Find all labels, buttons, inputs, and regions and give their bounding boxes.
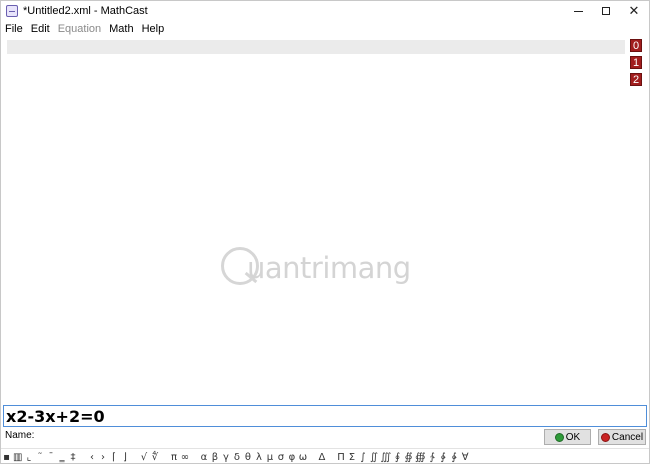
equation-canvas[interactable]: 0 1 2 uantrimang	[3, 37, 647, 405]
symbol-button[interactable]: ⌈	[108, 450, 119, 465]
maximize-icon	[602, 7, 610, 15]
watermark-text: uantrimang	[247, 251, 411, 285]
symbol-button[interactable]: ∳	[449, 450, 460, 465]
ok-check-icon	[554, 432, 564, 442]
symbol-button[interactable]: λ	[253, 450, 264, 465]
symbol-button[interactable]: ∯	[403, 450, 414, 465]
line-number-badge[interactable]: 0	[630, 39, 642, 52]
symbol-button[interactable]: θ	[242, 450, 253, 465]
cancel-button[interactable]: Cancel	[598, 429, 646, 445]
symbol-button[interactable]: ¯	[45, 450, 56, 465]
symbol-button[interactable]: ∜	[149, 450, 160, 465]
menu-edit[interactable]: Edit	[27, 21, 54, 37]
symbol-button[interactable]: Δ	[316, 450, 327, 465]
symbol-button[interactable]: Σ	[346, 450, 357, 465]
symbol-button[interactable]: ‡	[67, 450, 78, 465]
watermark-logo: uantrimang	[221, 241, 437, 301]
symbol-button[interactable]: ∮	[392, 450, 403, 465]
symbol-toolbar: ▪ ▥ ⌞ ˜ ¯ ‗ ‡ ‹ › ⌈ ⌋ √ ∜ π ∞ α β γ δ θ λ μ σ φ ω Δ Π Σ ∫ ∬ ∭ ∮ ∯ ∰ ∱ ∲ ∳ ∀	[1, 448, 649, 465]
minimize-icon	[573, 10, 583, 12]
symbol-separator	[160, 450, 168, 465]
symbol-button[interactable]: β	[209, 450, 220, 465]
title-bar: *Untitled2.xml - MathCast ✕	[1, 1, 649, 21]
symbol-button[interactable]: ∬	[368, 450, 379, 465]
symbol-button[interactable]: ▥	[12, 450, 23, 465]
symbol-button[interactable]: μ	[264, 450, 275, 465]
close-icon: ✕	[628, 3, 640, 18]
symbol-button[interactable]: ⌋	[119, 450, 130, 465]
symbol-button[interactable]: ›	[97, 450, 108, 465]
symbol-button[interactable]: π	[168, 450, 179, 465]
symbol-button[interactable]: σ	[275, 450, 286, 465]
symbol-button[interactable]: √	[138, 450, 149, 465]
symbol-button[interactable]: ∱	[427, 450, 438, 465]
line-number-badge[interactable]: 1	[630, 56, 642, 69]
mathcast-window: *Untitled2.xml - MathCast ✕ File Edit Eq…	[0, 0, 650, 464]
symbol-button[interactable]: α	[198, 450, 209, 465]
symbol-separator	[308, 450, 316, 465]
ok-button[interactable]: OK	[544, 429, 591, 445]
symbol-button[interactable]: γ	[220, 450, 231, 465]
symbol-separator	[190, 450, 198, 465]
symbol-button[interactable]: ‗	[56, 450, 67, 465]
menu-equation[interactable]: Equation	[54, 21, 105, 37]
symbol-button[interactable]: Π	[335, 450, 346, 465]
symbol-button[interactable]: ∲	[438, 450, 449, 465]
symbol-button[interactable]: ∭	[379, 450, 392, 465]
window-title: *Untitled2.xml - MathCast	[23, 5, 148, 17]
symbol-button[interactable]: ˜	[34, 450, 45, 465]
symbol-button[interactable]: φ	[286, 450, 297, 465]
symbol-button[interactable]: ∫	[357, 450, 368, 465]
menu-file[interactable]: File	[1, 21, 27, 37]
menu-math[interactable]: Math	[105, 21, 137, 37]
line-number-badge[interactable]: 2	[630, 73, 642, 86]
symbol-button[interactable]: ∀	[460, 450, 471, 465]
symbol-separator	[327, 450, 335, 465]
symbol-button[interactable]: ω	[297, 450, 308, 465]
symbol-button[interactable]: ⌞	[23, 450, 34, 465]
menu-bar: File Edit Equation Math Help	[1, 21, 649, 37]
symbol-button[interactable]: δ	[231, 450, 242, 465]
line-number-badges: 0 1 2	[630, 39, 644, 90]
symbol-separator	[78, 450, 86, 465]
symbol-separator	[130, 450, 138, 465]
symbol-button[interactable]: ∞	[179, 450, 190, 465]
name-label: Name:	[5, 430, 35, 441]
cancel-x-icon	[600, 432, 610, 442]
close-button[interactable]: ✕	[617, 1, 650, 21]
symbol-button[interactable]: ▪	[1, 450, 12, 465]
selected-equation-line[interactable]	[7, 40, 625, 54]
symbol-button[interactable]: ∰	[414, 450, 427, 465]
name-row: Name: OK Cancel	[1, 427, 649, 447]
equation-input-box	[3, 405, 647, 427]
symbol-button[interactable]: ‹	[86, 450, 97, 465]
menu-help[interactable]: Help	[138, 21, 169, 37]
cancel-button-label: Cancel	[611, 431, 644, 443]
equation-input[interactable]	[6, 407, 642, 425]
ok-button-label: OK	[565, 431, 581, 443]
mathcast-app-icon	[6, 5, 18, 17]
